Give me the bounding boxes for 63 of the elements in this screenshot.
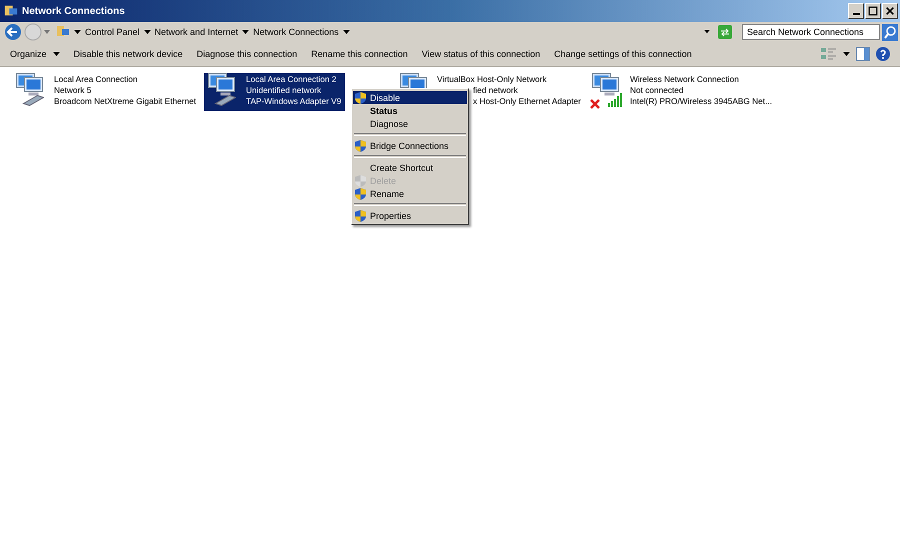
close-icon [885,6,895,16]
adapter-name: TAP-Windows Adapter V9 [246,96,342,107]
network-adapter-icon [16,73,44,106]
refresh-icon[interactable] [718,25,732,39]
connection-status: Unidentified network [246,85,322,96]
close-button[interactable] [882,3,898,19]
signal-bars-icon [608,93,624,107]
caret-icon[interactable] [342,30,350,34]
toolbar-button[interactable]: Organize [6,47,64,61]
connection-item[interactable]: Local Area Connection Network 5 Broadcom NetXtreme Gigabit Ethernet [12,73,200,111]
menu-item[interactable]: Status [353,104,467,117]
minimize-button[interactable] [848,3,864,19]
menu-item[interactable]: Disable [353,91,467,104]
window-title: Network Connections [22,6,125,16]
dropdown-caret-icon[interactable] [704,30,710,34]
shield-icon [355,188,366,200]
error-cross-icon [590,99,600,109]
connection-name: Local Area Connection 2 [246,74,336,85]
caret-icon[interactable] [843,52,850,56]
network-adapter-icon [208,73,236,106]
maximize-button[interactable] [865,3,881,19]
minimize-icon [852,13,860,15]
connection-name: VirtualBox Host-Only Network [437,74,547,85]
caret-icon[interactable] [74,30,81,34]
connection-status: Network 5 [54,85,92,96]
toolbar-button[interactable]: Disable this network device [70,47,187,61]
shield-icon [355,174,366,186]
caret-icon [52,52,60,56]
menu-item[interactable]: Properties [353,209,467,222]
menu-item[interactable]: Create Shortcut [353,161,467,174]
connection-status: fied network [473,85,518,96]
adapter-name: Broadcom NetXtreme Gigabit Ethernet [54,96,196,107]
back-button[interactable] [4,23,22,41]
search-icon[interactable] [882,23,898,41]
caret-icon[interactable] [242,30,250,34]
breadcrumb[interactable]: Network and Internet [154,27,238,37]
search-field[interactable]: Search Network Connections [742,24,880,40]
connection-name: Local Area Connection [54,74,138,85]
maximize-icon [868,6,878,16]
network-folder-icon [4,4,18,18]
adapter-name: Intel(R) PRO/Wireless 3945ABG Net... [630,96,772,107]
menu-item[interactable]: Rename [353,187,467,200]
breadcrumb[interactable]: Control Panel [85,27,140,37]
connection-status: Not connected [630,85,684,96]
toolbar-button[interactable]: Change settings of this connection [550,47,696,61]
connection-item[interactable]: Wireless Network Connection Not connected Intel(R) PRO/Wireless 3945ABG Net... [588,73,776,111]
shield-icon [355,140,366,152]
toolbar-button[interactable]: Rename this connection [307,47,412,61]
shield-icon [355,92,366,104]
connection-name: Wireless Network Connection [630,74,739,85]
preview-pane-icon[interactable] [856,47,870,61]
network-icon [56,25,70,39]
adapter-name: x Host-Only Ethernet Adapter [473,96,581,107]
help-icon[interactable] [876,47,890,61]
toolbar-button[interactable]: View status of this connection [418,47,544,61]
menu-item[interactable]: Bridge Connections [353,139,467,152]
caret-icon[interactable] [144,30,151,34]
history-caret-icon[interactable] [44,29,50,35]
menu-item[interactable]: Diagnose [353,117,467,130]
shield-icon [355,210,366,222]
toolbar-button[interactable]: Diagnose this connection [192,47,302,61]
breadcrumb[interactable]: Network Connections [253,27,339,37]
connection-item[interactable]: Local Area Connection 2 Unidentified network TAP-Windows Adapter V9 [204,73,346,111]
